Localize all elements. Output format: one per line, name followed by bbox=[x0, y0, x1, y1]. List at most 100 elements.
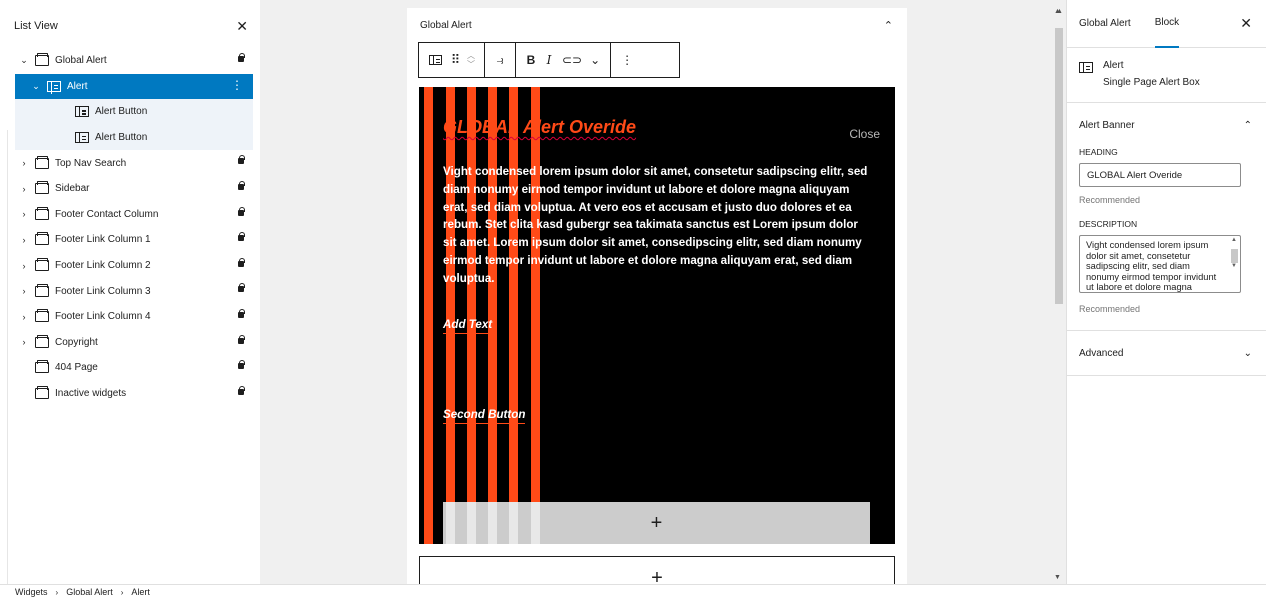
description-textarea[interactable]: Vight condensed lorem ipsum dolor sit am… bbox=[1079, 235, 1241, 293]
alert-stripe bbox=[467, 87, 476, 544]
close-icon[interactable]: ✕ bbox=[236, 19, 248, 33]
tree-item-footer-link-column-3[interactable]: › Footer Link Column 3 bbox=[8, 278, 260, 304]
alert-block-icon bbox=[47, 80, 61, 92]
chevron-right-icon[interactable]: › bbox=[17, 158, 31, 168]
alert-description[interactable]: Vight condensed lorem ipsum dolor sit am… bbox=[443, 163, 873, 288]
sidebar-tabs: Global Alert Block ✕ bbox=[1067, 0, 1266, 48]
chevron-right-icon[interactable]: › bbox=[17, 209, 31, 219]
widget-area-header[interactable]: Global Alert ⌃ bbox=[407, 8, 907, 42]
chevron-right-icon[interactable]: › bbox=[17, 337, 31, 347]
description-help: Recommended bbox=[1079, 304, 1141, 314]
lock-icon bbox=[238, 283, 245, 293]
alert-button-2[interactable]: Second Button bbox=[443, 408, 526, 424]
tab-block[interactable]: Block bbox=[1154, 0, 1180, 48]
move-buttons: ︿ ﹀ bbox=[464, 51, 478, 69]
move-down-icon[interactable]: ﹀ bbox=[467, 60, 475, 69]
tree-item-top-nav-search[interactable]: › Top Nav Search bbox=[8, 150, 260, 176]
chevron-right-icon[interactable]: › bbox=[17, 184, 31, 194]
canvas-scrollbar[interactable]: ▲ ▼ bbox=[1052, 8, 1064, 584]
options-icon[interactable]: ⋮ bbox=[617, 48, 637, 72]
chevron-down-icon[interactable]: ⌄ bbox=[586, 48, 604, 72]
alert-button-block-icon bbox=[75, 106, 89, 118]
chevron-down-icon[interactable]: ⌄ bbox=[29, 81, 43, 92]
tree-item-copyright[interactable]: › Copyright bbox=[8, 330, 260, 356]
panel-advanced: Advanced ⌄ bbox=[1067, 331, 1266, 376]
lock-icon bbox=[238, 385, 245, 395]
folder-icon bbox=[35, 258, 49, 272]
add-block-button[interactable]: + bbox=[443, 502, 870, 544]
folder-icon bbox=[35, 386, 49, 400]
alert-stripe-overlay bbox=[488, 502, 497, 544]
tree-item-label: Copyright bbox=[55, 336, 98, 348]
chevron-right-icon[interactable]: › bbox=[17, 261, 31, 271]
link-icon[interactable]: ⊂⊃ bbox=[558, 48, 586, 72]
move-up-icon[interactable]: ︿ bbox=[467, 51, 475, 60]
transform-icon[interactable]: ⥽ bbox=[491, 48, 509, 72]
heading-label: HEADING bbox=[1079, 147, 1118, 157]
tree-item-footer-link-column-4[interactable]: › Footer Link Column 4 bbox=[8, 304, 260, 330]
lock-icon bbox=[238, 155, 245, 165]
chevron-right-icon[interactable]: › bbox=[17, 312, 31, 322]
alert-stripe bbox=[531, 87, 540, 544]
lock-icon bbox=[238, 180, 245, 190]
lock-icon bbox=[238, 360, 245, 370]
breadcrumb-item[interactable]: Alert bbox=[131, 587, 150, 597]
tree-item-inactive-widgets[interactable]: › Inactive widgets bbox=[8, 381, 260, 407]
folder-icon bbox=[35, 206, 49, 220]
block-card-description: Single Page Alert Box bbox=[1103, 77, 1200, 88]
settings-sidebar: Global Alert Block ✕ Alert Single Page A… bbox=[1066, 0, 1266, 584]
alert-heading[interactable]: GLOBAL Alert Overide bbox=[443, 117, 636, 138]
scroll-up-icon[interactable]: ▲ bbox=[1056, 8, 1063, 15]
scroll-down-icon[interactable]: ▼ bbox=[1231, 263, 1237, 269]
scroll-up-icon[interactable]: ▲ bbox=[1231, 237, 1237, 243]
drag-handle-icon[interactable]: ⠿ bbox=[446, 48, 464, 72]
alert-banner-block[interactable]: GLOBAL Alert Overide Close Vight condens… bbox=[419, 87, 895, 544]
textarea-scrollbar[interactable]: ▲ ▼ bbox=[1230, 237, 1238, 289]
list-view-panel: List View ✕ ⌄ Global Alert ⌄ Alert ⋮ Ale… bbox=[8, 8, 260, 584]
tree-item-sidebar[interactable]: › Sidebar bbox=[8, 176, 260, 202]
tree-item-alert-button-1[interactable]: Alert Button bbox=[15, 99, 253, 125]
chevron-up-icon[interactable]: ⌃ bbox=[884, 19, 893, 32]
scrollbar-thumb[interactable] bbox=[1231, 249, 1238, 263]
more-options-icon[interactable]: ⋮ bbox=[231, 79, 243, 91]
tree-item-footer-link-column-1[interactable]: › Footer Link Column 1 bbox=[8, 227, 260, 253]
breadcrumb-item[interactable]: Widgets bbox=[15, 587, 48, 597]
tree-item-label: Footer Link Column 2 bbox=[55, 260, 151, 272]
alert-button-1[interactable]: Add Text bbox=[443, 318, 493, 334]
chevron-right-icon[interactable]: › bbox=[17, 235, 31, 245]
alert-stripe bbox=[446, 87, 455, 544]
tree-item-alert-button-2[interactable]: Alert Button bbox=[15, 124, 253, 151]
chevron-down-icon[interactable]: ⌄ bbox=[17, 55, 31, 66]
lock-icon bbox=[238, 308, 245, 318]
bold-button[interactable]: B bbox=[522, 48, 540, 72]
alert-close-label[interactable]: Close bbox=[849, 127, 880, 141]
scroll-down-icon[interactable]: ▼ bbox=[1054, 574, 1061, 581]
lock-icon bbox=[238, 334, 245, 344]
tree-item-global-alert[interactable]: ⌄ Global Alert bbox=[8, 48, 260, 74]
folder-icon bbox=[35, 181, 49, 195]
chevron-right-icon[interactable]: › bbox=[17, 286, 31, 296]
alert-stripe bbox=[488, 87, 497, 544]
alert-block-icon bbox=[1079, 62, 1093, 73]
scrollbar-thumb[interactable] bbox=[1055, 28, 1063, 304]
tree-item-footer-link-column-2[interactable]: › Footer Link Column 2 bbox=[8, 253, 260, 279]
tree-item-alert[interactable]: ⌄ Alert ⋮ bbox=[15, 73, 253, 100]
tab-global-alert[interactable]: Global Alert bbox=[1079, 0, 1131, 48]
toolbar-group-block: ⠿ ︿ ﹀ bbox=[419, 43, 485, 77]
breadcrumb-item[interactable]: Global Alert bbox=[66, 587, 113, 597]
italic-button[interactable]: I bbox=[540, 48, 558, 72]
panel-advanced-toggle[interactable]: Advanced ⌄ bbox=[1067, 331, 1266, 375]
alert-block-icon bbox=[429, 55, 442, 65]
lock-icon bbox=[238, 232, 245, 242]
folder-icon bbox=[35, 309, 49, 323]
tree-item-label: Alert Button bbox=[95, 106, 148, 118]
chevron-down-icon: ⌄ bbox=[1243, 347, 1252, 359]
heading-input[interactable] bbox=[1079, 163, 1241, 187]
tree-item-footer-contact-column[interactable]: › Footer Contact Column bbox=[8, 202, 260, 228]
tree-item-404-page[interactable]: › 404 Page bbox=[8, 355, 260, 381]
block-type-button[interactable] bbox=[425, 48, 446, 72]
editor-canvas: Global Alert ⌃ ⠿ ︿ ﹀ ⥽ B I ⊂⊃ ⌄ ⋮ GLOBAL… bbox=[260, 0, 1066, 599]
list-view-tree: ⌄ Global Alert ⌄ Alert ⋮ Alert Button Al… bbox=[8, 44, 260, 406]
close-icon[interactable]: ✕ bbox=[1240, 16, 1252, 30]
panel-alert-banner-toggle[interactable]: Alert Banner ⌃ bbox=[1067, 103, 1266, 147]
